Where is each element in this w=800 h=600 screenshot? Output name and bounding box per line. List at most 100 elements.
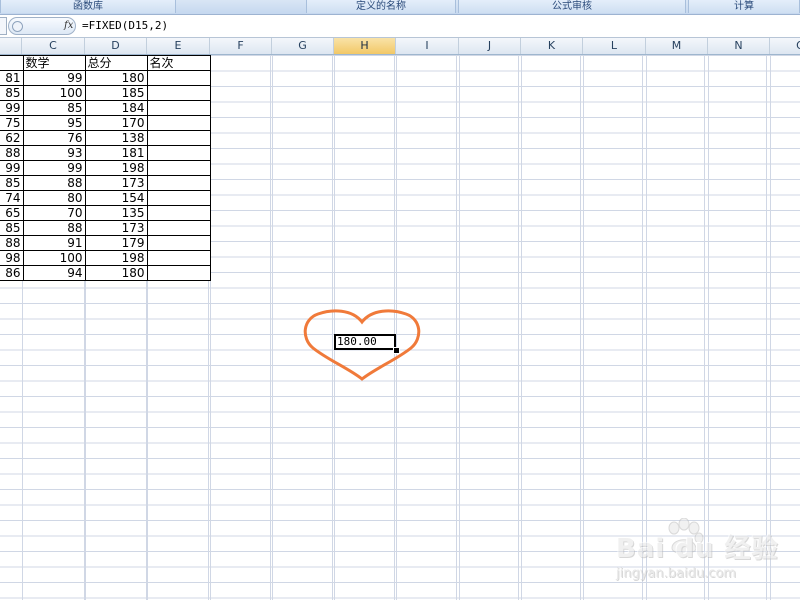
- cell-total[interactable]: 173: [84, 175, 148, 191]
- table-row: 85 88 173: [0, 175, 211, 191]
- table-row: 98 100 198: [0, 250, 211, 266]
- header-cell-b[interactable]: [0, 55, 24, 71]
- column-header-j[interactable]: J: [459, 38, 521, 54]
- cell-math[interactable]: 100: [22, 85, 86, 101]
- cell-math[interactable]: 99: [22, 70, 86, 86]
- column-header-l[interactable]: L: [583, 38, 646, 54]
- table-row: 86 94 180: [0, 265, 211, 281]
- column-header-g[interactable]: G: [272, 38, 334, 54]
- cell-rank[interactable]: [146, 235, 211, 251]
- cell-rank[interactable]: [146, 70, 211, 86]
- cell-total[interactable]: 173: [84, 220, 148, 236]
- cell-rank[interactable]: [146, 100, 211, 116]
- header-cell-total[interactable]: 总分: [84, 55, 148, 71]
- cell-math[interactable]: 95: [22, 115, 86, 131]
- cell-b[interactable]: 88: [0, 235, 24, 251]
- table-row: 81 99 180: [0, 70, 211, 86]
- ribbon-group-calculation[interactable]: 计算: [688, 0, 800, 13]
- table-row: 75 95 170: [0, 115, 211, 131]
- ribbon-group-formula-auditing[interactable]: 公式审核: [458, 0, 686, 13]
- cell-total[interactable]: 180: [84, 70, 148, 86]
- column-header-c[interactable]: C: [22, 38, 85, 54]
- cell-rank[interactable]: [146, 205, 211, 221]
- cell-total[interactable]: 198: [84, 250, 148, 266]
- cell-rank[interactable]: [146, 175, 211, 191]
- cell-b[interactable]: 85: [0, 220, 24, 236]
- column-header-d[interactable]: D: [85, 38, 147, 54]
- cell-math[interactable]: 91: [22, 235, 86, 251]
- grid-vline: [459, 55, 460, 600]
- cell-rank[interactable]: [146, 85, 211, 101]
- column-header-m[interactable]: M: [646, 38, 708, 54]
- cell-b[interactable]: 81: [0, 70, 24, 86]
- column-header-i[interactable]: I: [396, 38, 459, 54]
- cell-total[interactable]: 181: [84, 145, 148, 161]
- watermark-url: jingyan.baidu.com: [616, 566, 736, 581]
- insert-function-icon[interactable]: fx: [64, 20, 73, 31]
- cell-rank[interactable]: [146, 115, 211, 131]
- cell-total[interactable]: 185: [84, 85, 148, 101]
- cell-math[interactable]: 94: [22, 265, 86, 281]
- cell-math[interactable]: 99: [22, 160, 86, 176]
- cell-b[interactable]: 99: [0, 100, 24, 116]
- cell-math[interactable]: 85: [22, 100, 86, 116]
- column-headers: CDEFGHIJKLMNO: [0, 38, 800, 55]
- cell-rank[interactable]: [146, 130, 211, 146]
- column-header-f[interactable]: F: [210, 38, 272, 54]
- cell-b[interactable]: 65: [0, 205, 24, 221]
- cell-b[interactable]: 86: [0, 265, 24, 281]
- table-header-row: 数学 总分 名次: [0, 55, 211, 71]
- cell-total[interactable]: 170: [84, 115, 148, 131]
- cell-rank[interactable]: [146, 250, 211, 266]
- column-header-n[interactable]: N: [708, 38, 770, 54]
- table-row: 88 93 181: [0, 145, 211, 161]
- cell-math[interactable]: 70: [22, 205, 86, 221]
- cell-math[interactable]: 80: [22, 190, 86, 206]
- table-row: 74 80 154: [0, 190, 211, 206]
- fill-handle[interactable]: [393, 347, 400, 354]
- formula-bar: fx =FIXED(D15,2): [0, 15, 800, 38]
- cell-rank[interactable]: [146, 265, 211, 281]
- cell-b[interactable]: 88: [0, 145, 24, 161]
- name-box[interactable]: [0, 17, 7, 35]
- cell-b[interactable]: 99: [0, 160, 24, 176]
- cell-rank[interactable]: [146, 145, 211, 161]
- column-header-o[interactable]: O: [770, 38, 800, 54]
- cell-math[interactable]: 76: [22, 130, 86, 146]
- cell-total[interactable]: 198: [84, 160, 148, 176]
- header-cell-rank[interactable]: 名次: [146, 55, 211, 71]
- cell-rank[interactable]: [146, 220, 211, 236]
- cell-b[interactable]: 85: [0, 85, 24, 101]
- column-header-h[interactable]: H: [334, 38, 396, 54]
- cell-b[interactable]: 75: [0, 115, 24, 131]
- column-header-k[interactable]: K: [521, 38, 583, 54]
- cell-total[interactable]: 154: [84, 190, 148, 206]
- ribbon-group-function-library[interactable]: 函数库: [0, 0, 176, 13]
- cell-b[interactable]: 74: [0, 190, 24, 206]
- expand-icon[interactable]: [12, 21, 23, 32]
- cell-math[interactable]: 88: [22, 175, 86, 191]
- table-row: 65 70 135: [0, 205, 211, 221]
- cell-math[interactable]: 93: [22, 145, 86, 161]
- column-header-b-partial[interactable]: [0, 38, 22, 54]
- cell-total[interactable]: 138: [84, 130, 148, 146]
- cell-math[interactable]: 88: [22, 220, 86, 236]
- ribbon-group-bar: 函数库 定义的名称 公式审核 计算: [0, 0, 800, 15]
- cell-total[interactable]: 184: [84, 100, 148, 116]
- cell-total[interactable]: 135: [84, 205, 148, 221]
- cell-rank[interactable]: [146, 190, 211, 206]
- cell-math[interactable]: 100: [22, 250, 86, 266]
- cell-b[interactable]: 85: [0, 175, 24, 191]
- cell-b[interactable]: 62: [0, 130, 24, 146]
- watermark-logo: Bai du 经验: [616, 534, 779, 564]
- active-cell-h19[interactable]: 180.00: [334, 334, 396, 350]
- ribbon-group-defined-names[interactable]: 定义的名称: [306, 0, 456, 13]
- cell-rank[interactable]: [146, 160, 211, 176]
- formula-input[interactable]: =FIXED(D15,2): [80, 16, 800, 35]
- header-cell-math[interactable]: 数学: [22, 55, 86, 71]
- cell-total[interactable]: 180: [84, 265, 148, 281]
- cell-total[interactable]: 179: [84, 235, 148, 251]
- column-header-e[interactable]: E: [147, 38, 210, 54]
- score-table: 数学 总分 名次 81 99 180 85 100 185 99 85 184 75 95 170 62 76 1…: [0, 55, 211, 281]
- cell-b[interactable]: 98: [0, 250, 24, 266]
